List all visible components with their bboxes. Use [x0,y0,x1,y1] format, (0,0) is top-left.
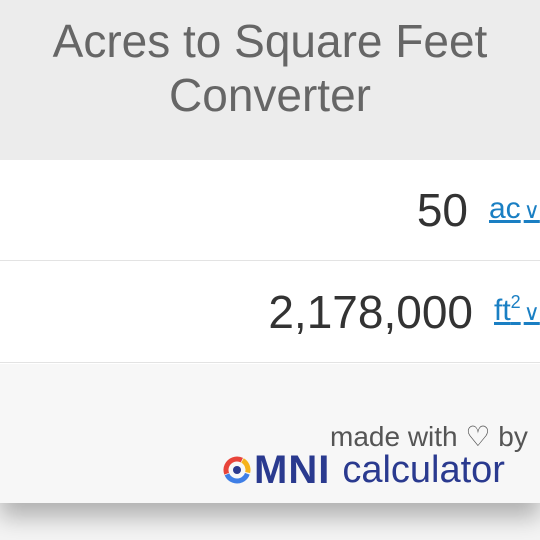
sqft-unit-label: ft [494,294,511,327]
sqft-row: 2,178,000 ft2 ∨ [0,262,540,363]
omni-calculator-link[interactable]: MNI calculator [222,448,505,493]
omni-letters: MNI [254,447,331,492]
chevron-down-icon: ∨ [523,300,540,325]
header: Acres to Square Feet Converter [0,0,540,160]
converter-widget: Acres to Square Feet Converter 50 ac ∨ 2,… [0,0,540,503]
acres-row: 50 ac ∨ [0,160,540,261]
sqft-unit-sup: 2 [510,292,521,312]
page-title: Acres to Square Feet Converter [52,15,488,121]
sqft-unit-dropdown[interactable]: ft2 ∨ [494,292,540,328]
acres-unit-dropdown[interactable]: ac ∨ [489,190,540,226]
calculator-wordmark: calculator [342,448,505,491]
acres-value-input[interactable]: 50 [417,182,468,238]
chevron-down-icon: ∨ [523,198,540,223]
acres-unit-label: ac [489,192,521,225]
omni-logo-icon [223,456,251,484]
sqft-value-input[interactable]: 2,178,000 [268,284,473,340]
footer: made with ♡ by MNI calculator [0,364,540,503]
omni-wordmark: MNI [222,448,330,493]
